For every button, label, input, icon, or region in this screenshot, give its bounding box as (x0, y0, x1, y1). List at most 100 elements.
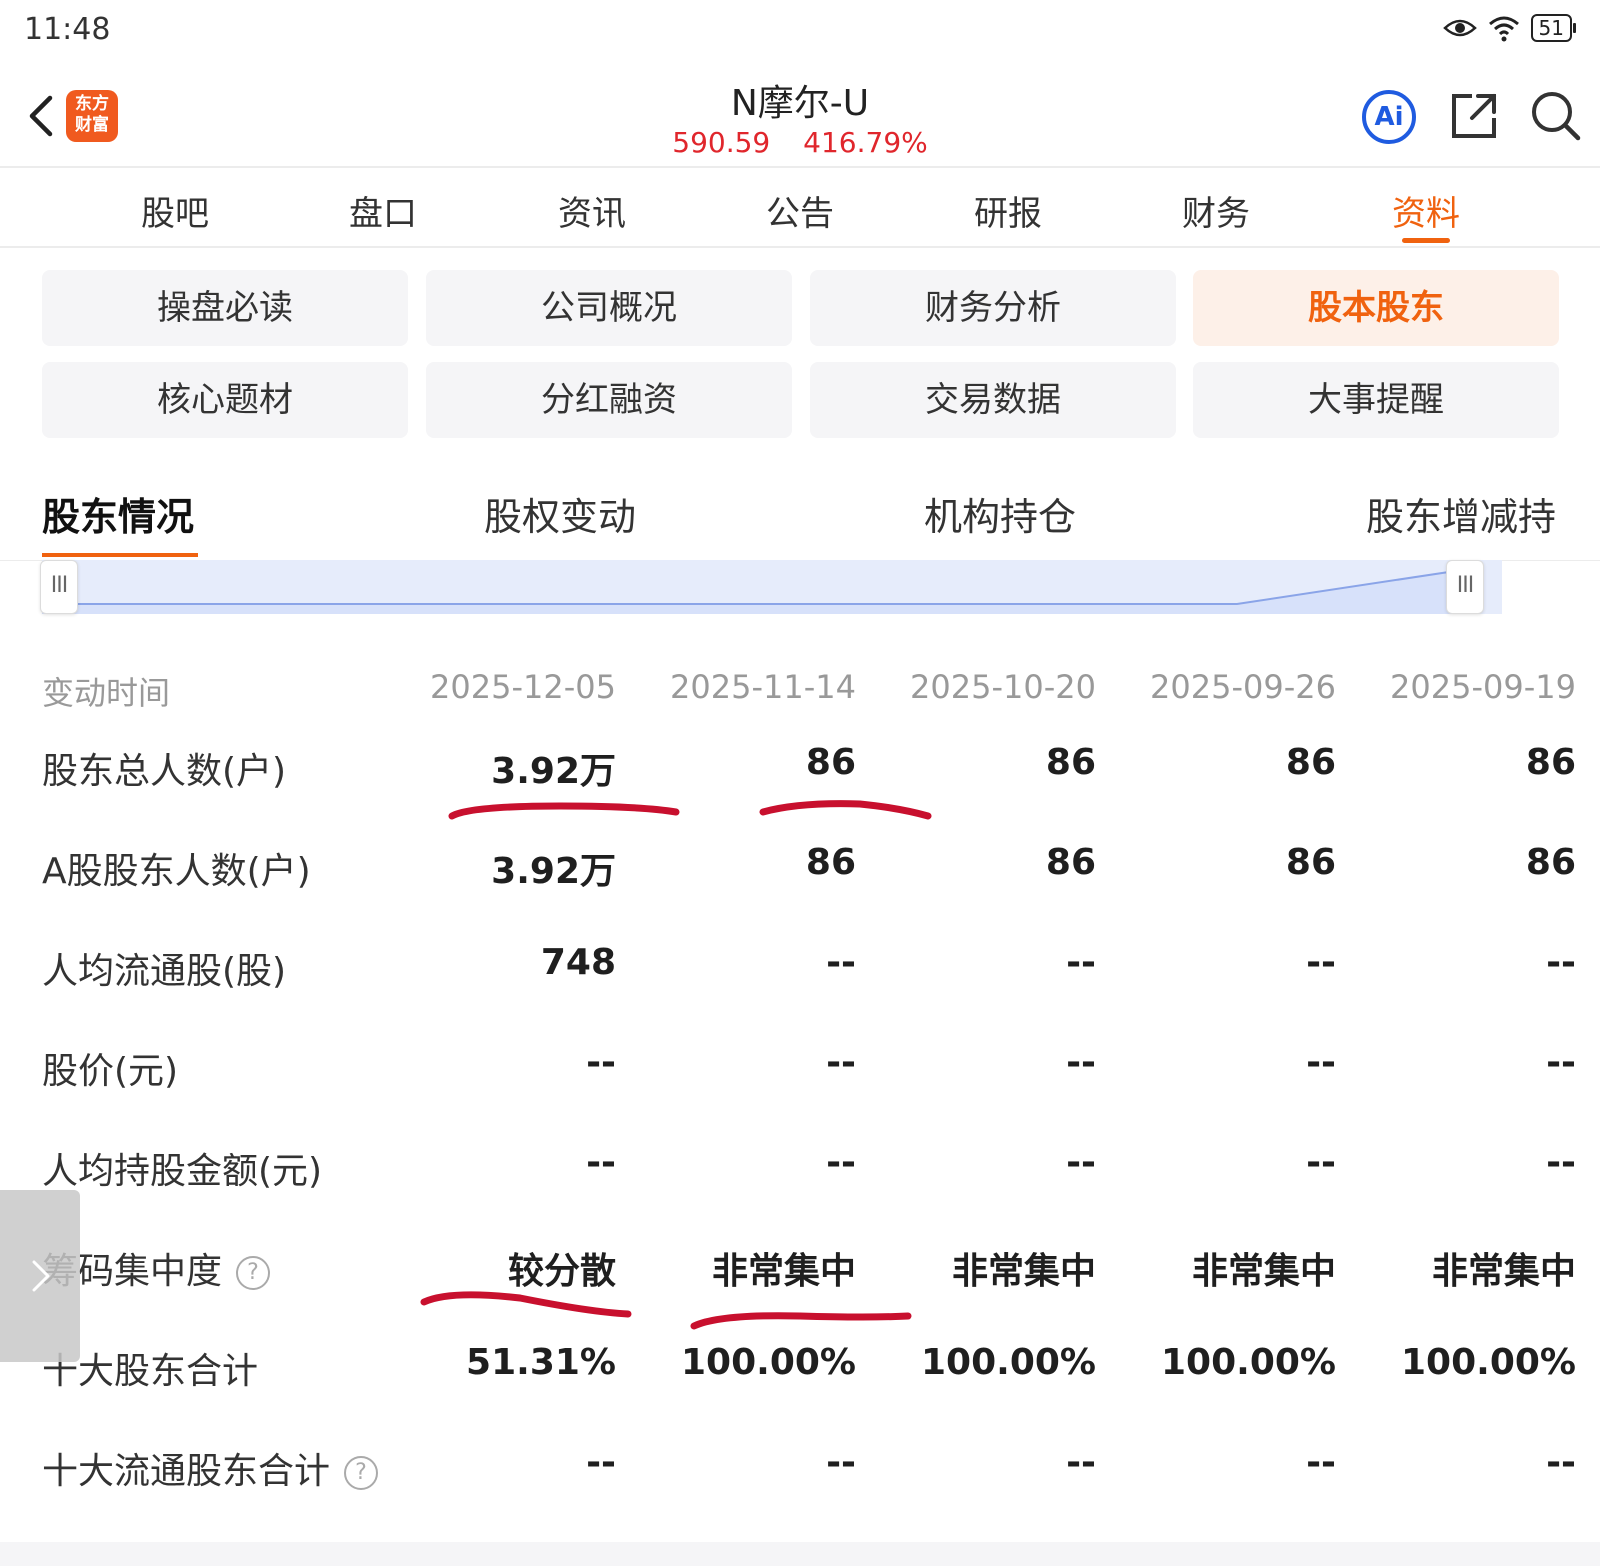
table-cell: 86 (1045, 742, 1096, 783)
row-label-share-price: 股价(元) (42, 1051, 179, 1092)
table-cell: -- (1066, 942, 1096, 983)
btn-core-themes[interactable]: 核心题材 (42, 362, 408, 438)
table-header-date: 2025-09-19 (1390, 668, 1576, 706)
table-cell: -- (1546, 1142, 1576, 1183)
table-cell: -- (1306, 1442, 1336, 1483)
table-cell: 非常集中 (711, 1251, 856, 1292)
row-label-avg-holding-value: 人均持股金额(元) (42, 1151, 323, 1192)
active-tab-indicator (1402, 238, 1450, 243)
table-cell: -- (586, 1442, 616, 1483)
subtab-equity-changes[interactable]: 股权变动 (484, 486, 636, 541)
table-cell: -- (1306, 1042, 1336, 1083)
annotation-underline (448, 802, 680, 820)
btn-financial-analysis[interactable]: 财务分析 (810, 270, 1176, 346)
btn-trading-data[interactable]: 交易数据 (810, 362, 1176, 438)
table-cell: -- (826, 942, 856, 983)
main-nav: 股吧 盘口 资讯 公告 研报 财务 资料 (0, 172, 1600, 248)
battery-indicator: 51 (1530, 14, 1577, 42)
table-cell: -- (586, 1142, 616, 1183)
table-header-date: 2025-09-26 (1150, 668, 1336, 706)
table-cell: -- (586, 1042, 616, 1083)
side-panel-handle[interactable] (0, 1190, 80, 1362)
btn-trading-guide[interactable]: 操盘必读 (42, 270, 408, 346)
range-slider-left-handle[interactable]: III (40, 560, 78, 614)
help-icon[interactable]: ? (344, 1456, 379, 1490)
help-icon[interactable]: ? (236, 1256, 271, 1290)
tab-guba[interactable]: 股吧 (141, 186, 209, 235)
table-cell: 100.00% (1401, 1342, 1576, 1383)
subtab-institutional-holdings[interactable]: 机构持仓 (924, 486, 1076, 541)
stock-change-pct: 416.79% (803, 126, 928, 159)
annotation-underline (759, 800, 932, 820)
share-icon[interactable] (1448, 90, 1500, 142)
nav-divider (0, 246, 1600, 248)
subtab-indicator (42, 553, 198, 557)
table-cell: 86 (1285, 742, 1336, 783)
row-label-text: 十大流通股东合计 (42, 1451, 331, 1492)
table-cell: 86 (1285, 842, 1336, 883)
annotation-underline (690, 1312, 912, 1330)
table-cell: 748 (540, 942, 616, 983)
ai-button[interactable]: Ai (1362, 90, 1416, 144)
annotation-underline (420, 1291, 632, 1318)
subtab-shareholder-status[interactable]: 股东情况 (42, 486, 194, 541)
row-label-total-holders: 股东总人数(户) (42, 751, 287, 792)
table-cell: 86 (1525, 842, 1576, 883)
range-slider-right-handle[interactable]: III (1446, 560, 1484, 614)
bottom-spacer (0, 1542, 1600, 1566)
stock-title: N摩尔-U (730, 83, 870, 124)
table-cell: 86 (1525, 742, 1576, 783)
tab-pankou[interactable]: 盘口 (349, 186, 417, 235)
row-label-top10-float-holders: 十大流通股东合计? (42, 1442, 379, 1494)
table-cell: 非常集中 (1191, 1251, 1336, 1292)
table-cell: -- (1306, 1142, 1336, 1183)
table-header-label: 变动时间 (42, 674, 171, 712)
table-cell: 100.00% (1161, 1342, 1336, 1383)
table-cell: 100.00% (921, 1342, 1096, 1383)
status-icons: 51 (1442, 14, 1577, 42)
tab-profile[interactable]: 资料 (1392, 186, 1460, 235)
stock-price: 590.59 (672, 126, 771, 159)
table-header-date: 2025-10-20 (910, 668, 1096, 706)
table-cell: -- (826, 1442, 856, 1483)
table-cell: -- (826, 1142, 856, 1183)
mini-trend-chart (42, 569, 1463, 614)
table-cell: 86 (805, 742, 856, 783)
row-label-a-share-holders: A股股东人数(户) (42, 851, 311, 892)
table-cell: -- (1546, 1442, 1576, 1483)
wifi-icon (1488, 16, 1519, 42)
table-header-date: 2025-12-05 (430, 668, 616, 706)
chevron-right-icon (32, 1260, 50, 1292)
table-cell: 非常集中 (1431, 1251, 1576, 1292)
table-cell: 86 (805, 842, 856, 883)
btn-shareholders[interactable]: 股本股东 (1193, 270, 1559, 346)
stock-quote: 590.59 416.79% (0, 126, 1600, 159)
table-cell: 51.31% (466, 1342, 616, 1383)
table-cell: -- (1546, 942, 1576, 983)
tab-finance[interactable]: 财务 (1182, 186, 1250, 235)
table-cell: 3.92万 (491, 751, 616, 792)
btn-major-events[interactable]: 大事提醒 (1193, 362, 1559, 438)
btn-company-overview[interactable]: 公司概况 (426, 270, 792, 346)
eye-icon (1442, 19, 1477, 37)
search-icon[interactable] (1528, 88, 1584, 144)
header-divider (0, 166, 1600, 168)
tab-news[interactable]: 资讯 (558, 186, 626, 235)
row-label-avg-float-shares: 人均流通股(股) (42, 951, 287, 992)
tab-research[interactable]: 研报 (974, 186, 1042, 235)
status-time: 11:48 (24, 12, 111, 47)
table-cell: -- (1546, 1042, 1576, 1083)
table-cell: 较分散 (507, 1251, 616, 1292)
table-cell: -- (826, 1042, 856, 1083)
table-cell: -- (1066, 1042, 1096, 1083)
range-slider-track[interactable] (42, 560, 1502, 614)
table-cell: 3.92万 (491, 851, 616, 892)
table-header-date: 2025-11-14 (670, 668, 856, 706)
btn-dividends-financing[interactable]: 分红融资 (426, 362, 792, 438)
table-cell: 100.00% (681, 1342, 856, 1383)
table-cell: 非常集中 (951, 1251, 1096, 1292)
subtab-shareholder-changes[interactable]: 股东增减持 (1366, 486, 1556, 541)
table-cell: -- (1066, 1142, 1096, 1183)
table-cell: -- (1066, 1442, 1096, 1483)
tab-announcements[interactable]: 公告 (766, 186, 834, 235)
